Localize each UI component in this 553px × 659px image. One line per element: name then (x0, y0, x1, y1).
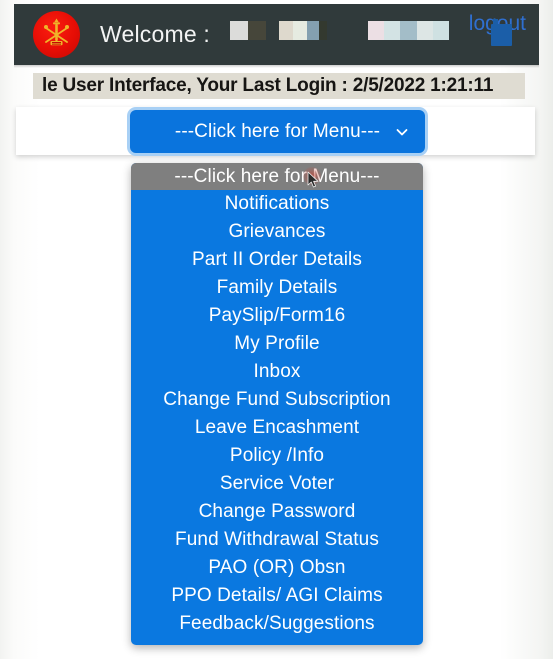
redacted-name-block (279, 21, 327, 40)
menu-option[interactable]: Service Voter (131, 470, 423, 498)
welcome-label: Welcome : (100, 21, 211, 47)
chevron-down-icon (395, 125, 409, 139)
menu-option[interactable]: Fund Withdrawal Status (131, 526, 423, 554)
menu-option[interactable]: Feedback/Suggestions (131, 610, 423, 638)
menu-option[interactable]: Notifications (131, 190, 423, 218)
app-header: Welcome : logout (14, 4, 539, 65)
menu-option[interactable]: Change Fund Subscription (131, 386, 423, 414)
menu-option[interactable]: PPO Details/ AGI Claims (131, 582, 423, 610)
army-crest-icon (33, 11, 80, 58)
header-shadow (14, 65, 539, 68)
last-login-banner: le User Interface, Your Last Login : 2/5… (33, 73, 525, 99)
last-login-text: le User Interface, Your Last Login : 2/5… (42, 75, 494, 96)
redacted-name-block (230, 21, 266, 40)
menu-option[interactable]: Family Details (131, 274, 423, 302)
menu-option[interactable]: Policy /Info (131, 442, 423, 470)
menu-select[interactable]: ---Click here for Menu--- (130, 110, 425, 153)
menu-option[interactable]: PaySlip/Form16 (131, 302, 423, 330)
menu-option[interactable]: Inbox (131, 358, 423, 386)
menu-option[interactable]: My Profile (131, 330, 423, 358)
menu-option[interactable]: Part II Order Details (131, 246, 423, 274)
menu-option-list[interactable]: ---Click here for Menu--- Notifications Gr… (131, 163, 423, 645)
menu-option[interactable]: Leave Encashment (131, 414, 423, 442)
menu-option[interactable]: PAO (OR) Obsn (131, 554, 423, 582)
redacted-name-block (368, 21, 449, 40)
logout-link[interactable]: logout (469, 12, 526, 46)
menu-option[interactable]: Change Password (131, 498, 423, 526)
logout-icon (490, 19, 512, 46)
menu-option[interactable]: ---Click here for Menu--- (131, 163, 423, 190)
menu-select-value: ---Click here for Menu--- (174, 120, 381, 142)
menu-option[interactable]: Grievances (131, 218, 423, 246)
